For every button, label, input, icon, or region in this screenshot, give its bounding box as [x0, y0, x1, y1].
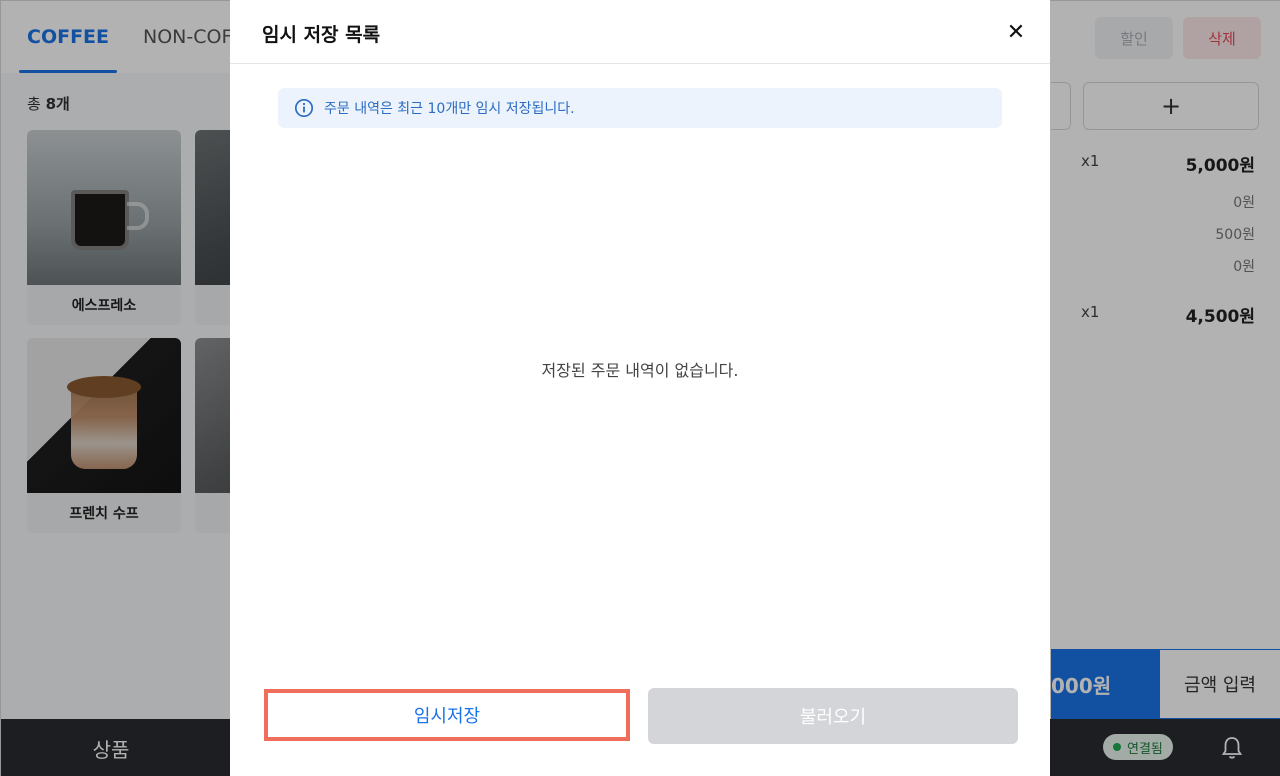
modal-header: 임시 저장 목록 ✕: [230, 0, 1050, 64]
close-icon[interactable]: ✕: [1002, 18, 1030, 46]
info-icon: [294, 98, 314, 118]
temp-save-button[interactable]: 임시저장: [264, 689, 630, 741]
notice-banner: 주문 내역은 최근 10개만 임시 저장됩니다.: [278, 88, 1002, 128]
load-button[interactable]: 불러오기: [648, 688, 1018, 744]
notice-text: 주문 내역은 최근 10개만 임시 저장됩니다.: [324, 101, 575, 117]
empty-message: 저장된 주문 내역이 없습니다.: [541, 361, 739, 380]
modal-title: 임시 저장 목록: [262, 24, 381, 46]
temp-save-list-modal: 임시 저장 목록 ✕ 주문 내역은 최근 10개만 임시 저장됩니다. 저장된 …: [230, 0, 1050, 776]
